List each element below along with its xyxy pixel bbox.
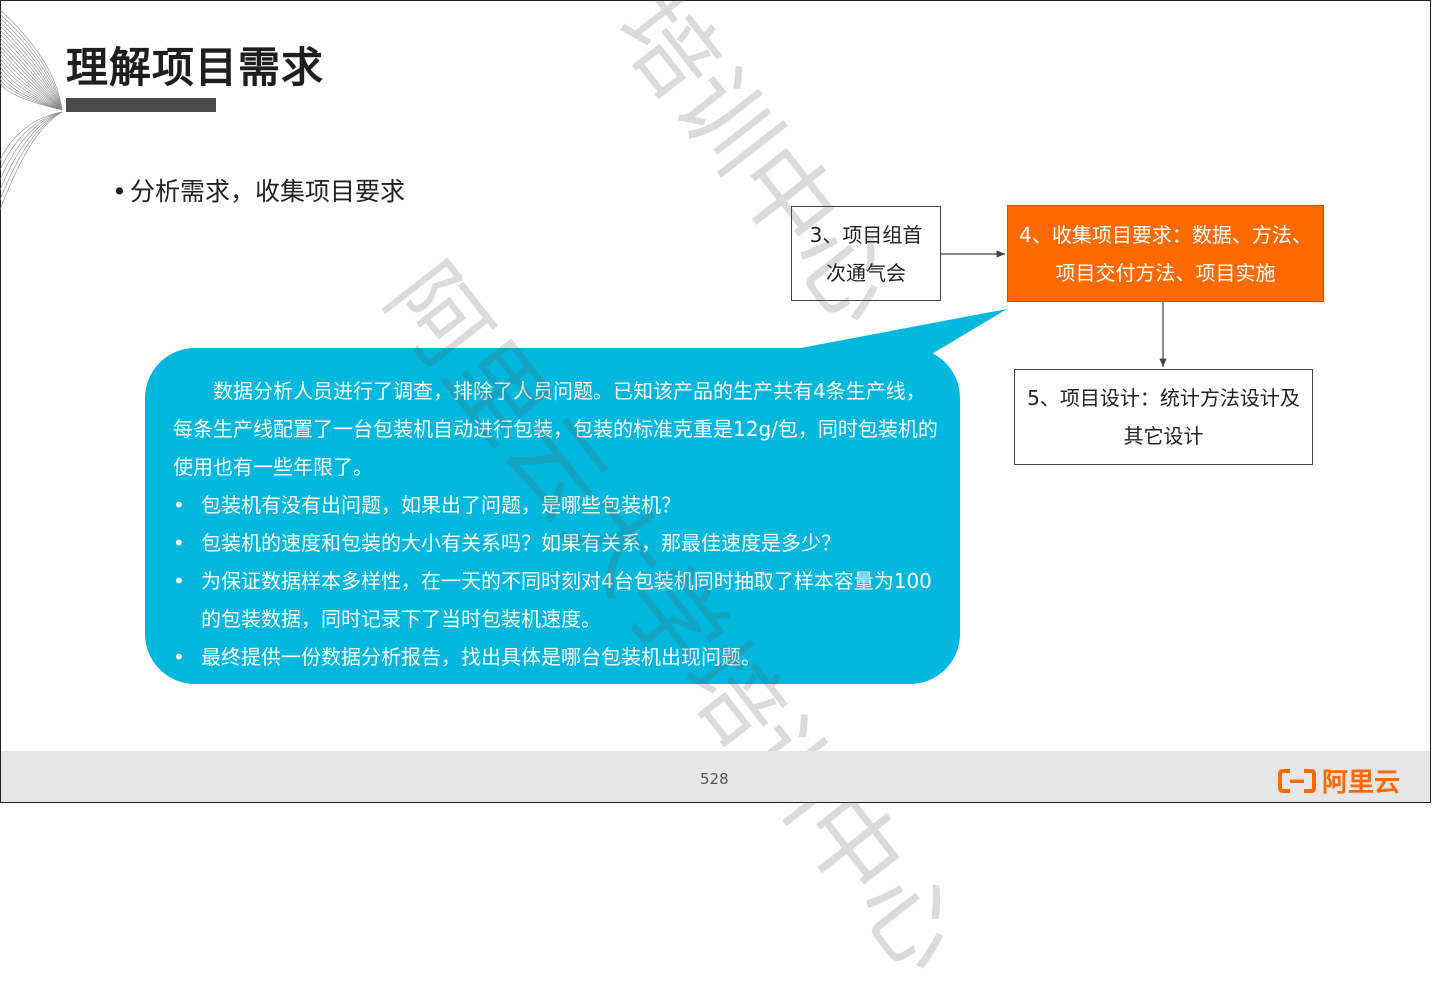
- callout-item-text: 为保证数据样本多样性，在一天的不同时刻对4台包装机同时抽取了样本容量为100的包…: [201, 569, 932, 631]
- callout-item: • 包装机有没有出问题，如果出了问题，是哪些包装机？: [173, 486, 942, 524]
- callout-item: • 最终提供一份数据分析报告，找出具体是哪台包装机出现问题。: [173, 638, 942, 676]
- item-bullet: •: [173, 569, 185, 593]
- callout-paragraph: 数据分析人员进行了调查，排除了人员问题。已知该产品的生产共有4条生产线，每条生产…: [173, 379, 938, 479]
- callout-item-text: 最终提供一份数据分析报告，找出具体是哪台包装机出现问题。: [201, 645, 761, 669]
- aliyun-logo-text: 阿里云: [1322, 768, 1401, 798]
- item-bullet: •: [173, 531, 185, 555]
- callout-item: • 包装机的速度和包装的大小有关系吗？如果有关系，那最佳速度是多少？: [173, 524, 942, 562]
- callout-item: • 为保证数据样本多样性，在一天的不同时刻对4台包装机同时抽取了样本容量为100…: [173, 562, 942, 638]
- item-bullet: •: [173, 645, 185, 669]
- callout-item-text: 包装机有没有出问题，如果出了问题，是哪些包装机？: [201, 493, 681, 517]
- aliyun-logo-icon: [1278, 768, 1316, 793]
- aliyun-logo: 阿里云: [1278, 762, 1400, 799]
- callout-bubble: 数据分析人员进行了调查，排除了人员问题。已知该产品的生产共有4条生产线，每条生产…: [145, 348, 960, 684]
- item-bullet: •: [173, 493, 185, 517]
- callout-item-text: 包装机的速度和包装的大小有关系吗？如果有关系，那最佳速度是多少？: [201, 531, 841, 555]
- page-number: 528: [700, 770, 729, 788]
